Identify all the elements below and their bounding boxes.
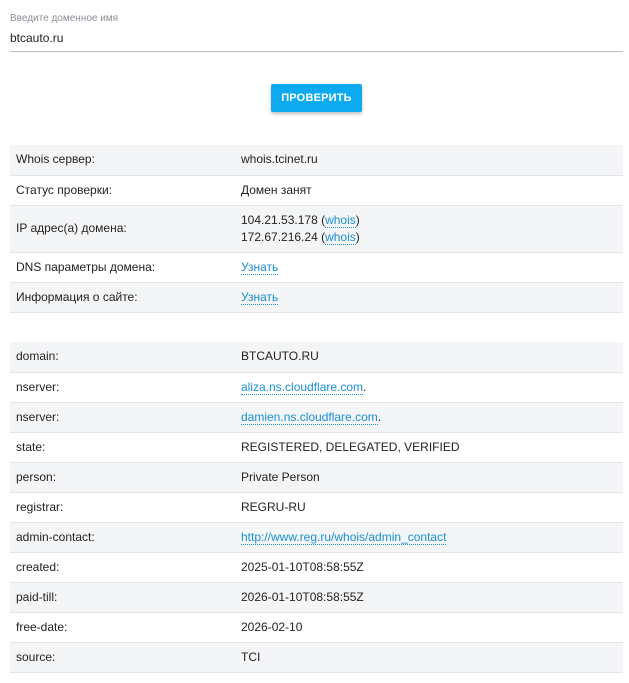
whois-server-label: Whois сервер: bbox=[10, 145, 235, 176]
ip-values: 104.21.53.178 (whois) 172.67.216.24 (who… bbox=[235, 205, 623, 253]
ip-label: IP адрес(а) домена: bbox=[10, 205, 235, 253]
table-row: source: TCI bbox=[10, 642, 623, 673]
whois-key: registrar: bbox=[10, 492, 235, 523]
whois-value: 2025-01-10T08:58:55Z bbox=[235, 552, 623, 583]
table-row: paid-till: 2026-01-10T08:58:55Z bbox=[10, 582, 623, 613]
whois-key: state: bbox=[10, 432, 235, 463]
table-row: registrar: REGRU-RU bbox=[10, 492, 623, 523]
whois-key: source: bbox=[10, 642, 235, 673]
check-button[interactable]: ПРОВЕРИТЬ bbox=[271, 84, 362, 112]
whois-key: free-date: bbox=[10, 612, 235, 643]
whois-key: nserver: bbox=[10, 402, 235, 433]
whois-value: 2026-01-10T08:58:55Z bbox=[235, 582, 623, 613]
ip-paren-close: ) bbox=[355, 212, 360, 227]
whois-page: Введите доменное имя ПРОВЕРИТЬ Whois сер… bbox=[0, 0, 629, 683]
admin-contact-link[interactable]: http://www.reg.ru/whois/admin_contact bbox=[241, 529, 447, 545]
whois-value: Private Person bbox=[235, 462, 623, 493]
check-status-label: Статус проверки: bbox=[10, 175, 235, 206]
table-row: nserver: aliza.ns.cloudflare.com. bbox=[10, 372, 623, 403]
ip-paren-open: ( bbox=[317, 212, 326, 227]
table-row: nserver: damien.ns.cloudflare.com. bbox=[10, 402, 623, 433]
domain-input-label: Введите доменное имя bbox=[10, 13, 119, 24]
table-row: DNS параметры домена: Узнать bbox=[10, 252, 623, 283]
dns-check-link[interactable]: Узнать bbox=[241, 259, 279, 275]
whois-key: paid-till: bbox=[10, 582, 235, 613]
ip-address: 104.21.53.178 bbox=[241, 212, 318, 227]
domain-input[interactable] bbox=[10, 31, 623, 52]
whois-value-cell: aliza.ns.cloudflare.com. bbox=[235, 372, 623, 403]
ip-paren-open: ( bbox=[317, 229, 326, 244]
nserver-link[interactable]: aliza.ns.cloudflare.com bbox=[241, 379, 364, 395]
ip-address: 172.67.216.24 bbox=[241, 229, 318, 244]
ip-whois-link[interactable]: whois bbox=[325, 229, 356, 245]
site-info-cell: Узнать bbox=[235, 282, 623, 313]
whois-value: REGISTERED, DELEGATED, VERIFIED bbox=[235, 432, 623, 463]
site-info-label: Информация о сайте: bbox=[10, 282, 235, 313]
check-status-value: Домен занят bbox=[235, 175, 623, 206]
site-info-link[interactable]: Узнать bbox=[241, 289, 279, 305]
nserver-link[interactable]: damien.ns.cloudflare.com bbox=[241, 409, 378, 425]
whois-value: 2026-02-10 bbox=[235, 612, 623, 643]
table-row: IP адрес(а) домена: 104.21.53.178 (whois… bbox=[10, 205, 623, 253]
table-row: state: REGISTERED, DELEGATED, VERIFIED bbox=[10, 432, 623, 463]
domain-field: Введите доменное имя bbox=[10, 12, 623, 52]
dns-label: DNS параметры домена: bbox=[10, 252, 235, 283]
whois-key: admin-contact: bbox=[10, 522, 235, 553]
ip-paren-close: ) bbox=[355, 229, 360, 244]
whois-server-value: whois.tcinet.ru bbox=[235, 145, 623, 176]
table-row: free-date: 2026-02-10 bbox=[10, 612, 623, 643]
dns-cell: Узнать bbox=[235, 252, 623, 283]
whois-key: nserver: bbox=[10, 372, 235, 403]
table-row: admin-contact: http://www.reg.ru/whois/a… bbox=[10, 522, 623, 553]
table-row: person: Private Person bbox=[10, 462, 623, 493]
whois-key: person: bbox=[10, 462, 235, 493]
ip-row: 172.67.216.24 (whois) bbox=[241, 229, 617, 246]
whois-key: domain: bbox=[10, 342, 235, 373]
table-row: Статус проверки: Домен занят bbox=[10, 175, 623, 206]
whois-value-cell: http://www.reg.ru/whois/admin_contact bbox=[235, 522, 623, 553]
table-row: domain: BTCAUTO.RU bbox=[10, 342, 623, 373]
whois-value: REGRU-RU bbox=[235, 492, 623, 523]
whois-value: TCI bbox=[235, 642, 623, 673]
whois-table: domain: BTCAUTO.RU nserver: aliza.ns.clo… bbox=[10, 342, 623, 673]
whois-value-cell: damien.ns.cloudflare.com. bbox=[235, 402, 623, 433]
summary-table: Whois сервер: whois.tcinet.ru Статус про… bbox=[10, 145, 623, 313]
whois-value: BTCAUTO.RU bbox=[235, 342, 623, 373]
table-row: created: 2025-01-10T08:58:55Z bbox=[10, 552, 623, 583]
table-row: Whois сервер: whois.tcinet.ru bbox=[10, 145, 623, 176]
nserver-suffix: . bbox=[363, 379, 367, 394]
table-row: Информация о сайте: Узнать bbox=[10, 282, 623, 313]
ip-row: 104.21.53.178 (whois) bbox=[241, 212, 617, 229]
nserver-suffix: . bbox=[377, 409, 382, 424]
ip-whois-link[interactable]: whois bbox=[325, 212, 356, 228]
whois-key: created: bbox=[10, 552, 235, 583]
